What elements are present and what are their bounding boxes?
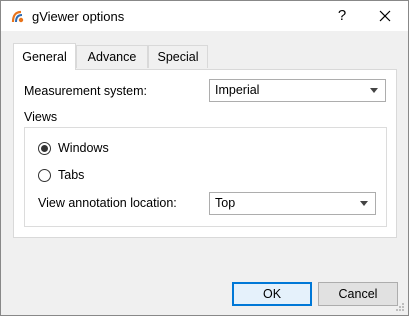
views-group-label: Views [24,110,58,124]
ok-button[interactable]: OK [232,282,312,306]
help-button[interactable]: ? [323,1,361,31]
radio-tabs[interactable] [38,169,51,182]
window-title: gViewer options [32,9,125,24]
annotation-location-label: View annotation location: [38,196,177,210]
measurement-system-value: Imperial [215,83,260,97]
radio-tabs-label: Tabs [58,168,85,182]
cancel-button[interactable]: Cancel [318,282,398,306]
measurement-system-label: Measurement system: [24,84,147,98]
tab-advance[interactable]: Advance [76,45,148,68]
general-tab-panel: Measurement system: Imperial Views Windo… [13,69,397,238]
tab-general[interactable]: General [13,43,76,70]
title-bar: gViewer options ? [1,1,408,31]
annotation-location-select[interactable]: Top [209,192,376,215]
gviewer-app-icon [10,9,26,25]
chevron-down-icon [360,201,368,206]
views-group: Windows Tabs View annotation location: T… [24,127,387,227]
resize-grip-icon[interactable] [395,302,405,312]
options-dialog: gViewer options ? General Advance Specia… [0,0,409,316]
close-icon [379,10,391,22]
chevron-down-icon [370,88,378,93]
radio-windows-label: Windows [58,141,109,155]
tab-special[interactable]: Special [148,45,208,68]
measurement-system-select[interactable]: Imperial [209,79,386,102]
close-button[interactable] [362,1,408,31]
radio-windows[interactable] [38,142,51,155]
annotation-location-value: Top [215,196,236,210]
